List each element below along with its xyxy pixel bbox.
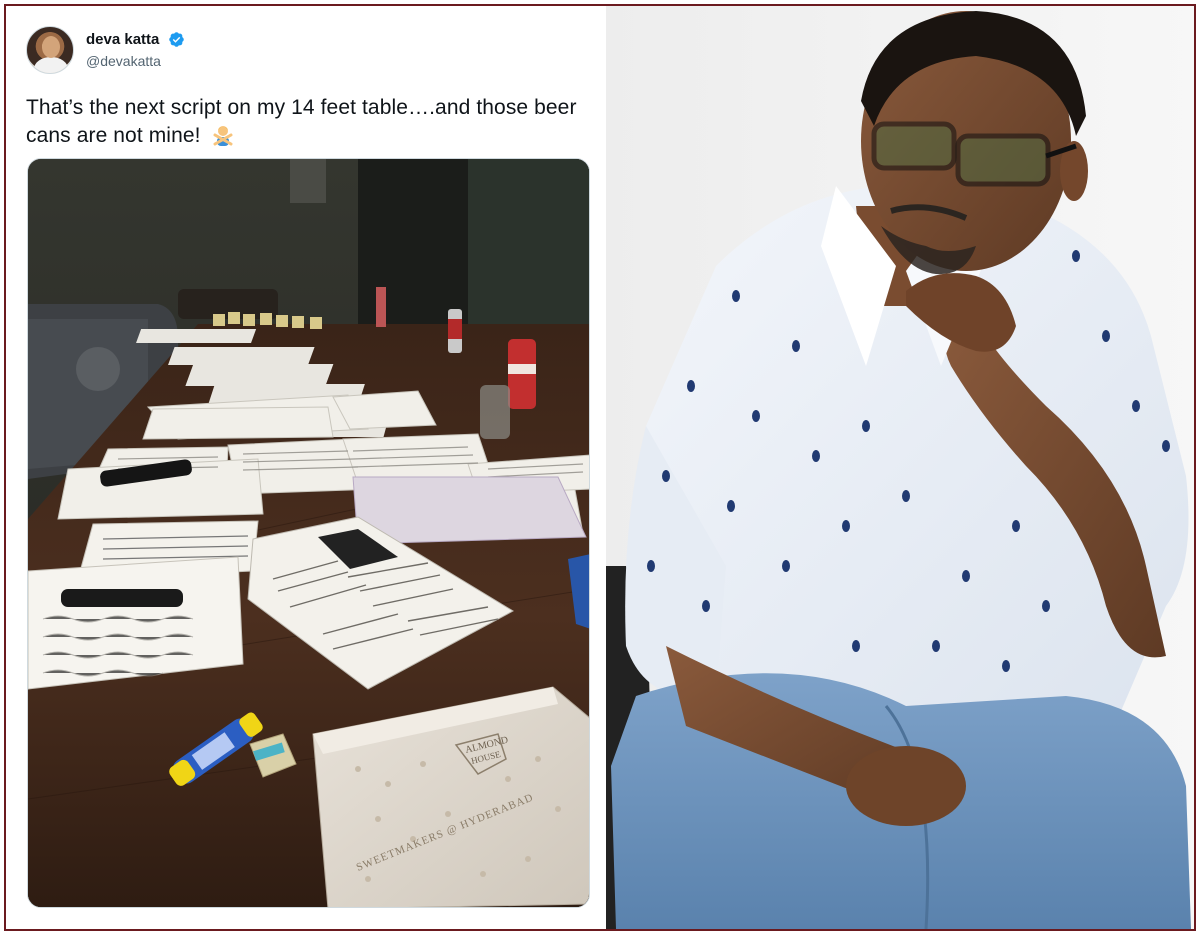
portrait-photo[interactable] [606,6,1194,929]
portrait-scene [606,6,1194,929]
verified-badge-icon [169,32,184,48]
user-handle[interactable]: @devakatta [86,53,185,69]
avatar[interactable] [26,26,74,74]
user-block[interactable]: deva katta @devakatta [86,31,185,69]
tweet-header: deva katta @devakatta [26,26,586,76]
tweet-text-body: That’s the next script on my 14 feet tab… [26,96,577,147]
display-name[interactable]: deva katta [86,31,159,48]
photo-scene: ALMOND HOUSE SWEETMAKERS @ HYDERABAD [28,159,589,907]
person-gesturing-no-icon [213,126,232,146]
tweet-photo[interactable]: ALMOND HOUSE SWEETMAKERS @ HYDERABAD [27,158,590,908]
tweet-card: deva katta @devakatta That’s the next sc… [6,6,606,929]
image-frame: deva katta @devakatta That’s the next sc… [4,4,1196,931]
tweet-text: That’s the next script on my 14 feet tab… [26,94,591,150]
